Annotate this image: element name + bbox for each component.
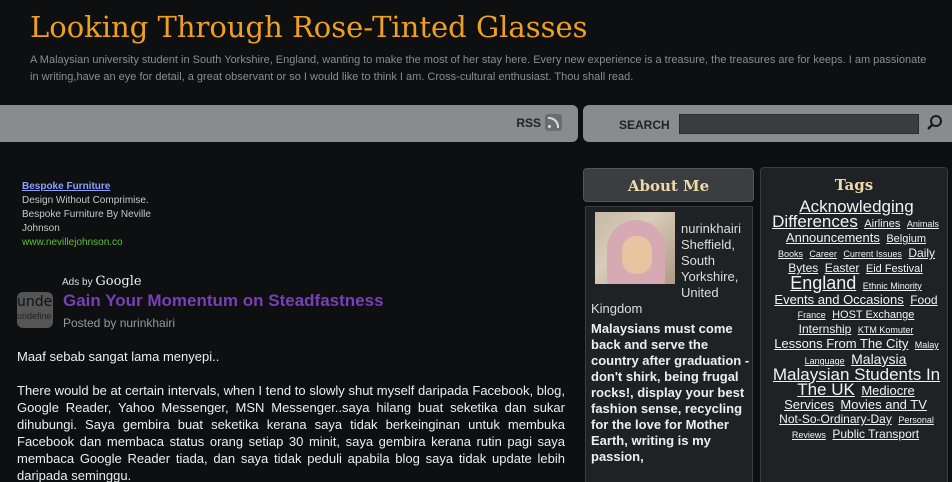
tag-link[interactable]: France	[798, 310, 826, 320]
post-paragraph: Maaf sebab sangat lama menyepi..	[17, 349, 220, 364]
profile-name-location[interactable]: nurinkhairi Sheffield, South Yorkshire, …	[681, 221, 753, 301]
search-input[interactable]	[679, 114, 919, 134]
ads-by-google[interactable]: Ads by Google	[62, 274, 142, 289]
google-logo: Google	[95, 274, 142, 289]
profile-bio: Malaysians must come back and serve the …	[591, 321, 750, 464]
tag-link[interactable]: Books	[778, 249, 803, 259]
tag-link[interactable]: Internship	[799, 322, 852, 336]
tag-link[interactable]: Announcements	[786, 230, 880, 245]
ad-url[interactable]: www.nevillejohnson.co	[22, 236, 152, 250]
search-icon[interactable]	[925, 113, 945, 133]
tag-link[interactable]: Eid Festival	[866, 263, 923, 275]
tag-link[interactable]: Movies and TV	[840, 397, 926, 412]
tag-link[interactable]: Current Issues	[843, 249, 902, 259]
post-byline: Posted by nurinkhairi	[63, 316, 176, 330]
navbar-left: RSS	[0, 105, 578, 142]
tags-heading: Tags	[834, 176, 874, 194]
avatar-text: unde	[17, 294, 53, 310]
rss-link[interactable]: RSS	[516, 114, 562, 131]
avatar-subtext: undefine	[17, 311, 52, 321]
tag-link[interactable]: Career	[809, 249, 837, 259]
post-avatar: unde undefine	[17, 292, 53, 328]
profile-photo[interactable]	[595, 212, 675, 284]
tag-link[interactable]: Not-So-Ordinary-Day	[779, 412, 892, 426]
about-me-box: nurinkhairi Sheffield, South Yorkshire, …	[585, 206, 753, 482]
ad-link[interactable]: Bespoke Furniture	[22, 180, 152, 194]
rss-label: RSS	[516, 115, 541, 130]
post-paragraph: There would be at certain intervals, whe…	[17, 383, 565, 482]
post-body: Maaf sebab sangat lama menyepi.. There w…	[17, 348, 565, 482]
blog-title[interactable]: Looking Through Rose-Tinted Glasses	[30, 10, 588, 44]
tag-link[interactable]: KTM Komuter	[858, 325, 914, 335]
tag-link[interactable]: Airlines	[864, 218, 900, 230]
ads-by-label: Ads by	[62, 277, 93, 288]
ad-block: Bespoke Furniture Design Without Comprim…	[22, 180, 152, 250]
tags-box: Tags Acknowledging Differences Airlines …	[760, 167, 948, 482]
tag-link[interactable]: Events and Occasions	[774, 292, 903, 307]
tag-link[interactable]: Animals	[907, 219, 939, 229]
tag-link[interactable]: Ethnic Minority	[863, 281, 922, 291]
about-me-heading: About Me	[583, 168, 754, 202]
tag-link[interactable]: HOST Exchange	[832, 309, 914, 321]
tag-link[interactable]: Belgium	[886, 233, 926, 245]
search-label: SEARCH	[619, 118, 670, 132]
tag-link[interactable]: Malaysian Students In The UK	[773, 365, 940, 399]
tag-link[interactable]: England	[790, 273, 856, 293]
blog-header: Looking Through Rose-Tinted Glasses A Ma…	[0, 0, 952, 104]
tag-cloud: Acknowledging Differences Airlines Anima…	[761, 194, 947, 442]
tag-link[interactable]: Public Transport	[832, 427, 919, 441]
tag-link[interactable]: Food	[910, 293, 937, 307]
navbar-right: SEARCH	[583, 105, 952, 142]
tag-link[interactable]: Lessons From The City	[774, 336, 908, 351]
profile-location-end: Kingdom	[591, 301, 643, 316]
rss-icon[interactable]	[545, 114, 562, 131]
post-title[interactable]: Gain Your Momentum on Steadfastness	[63, 291, 384, 311]
blog-description: A Malaysian university student in South …	[30, 54, 927, 83]
ad-text: Design Without Comprimise. Bespoke Furni…	[22, 195, 151, 234]
